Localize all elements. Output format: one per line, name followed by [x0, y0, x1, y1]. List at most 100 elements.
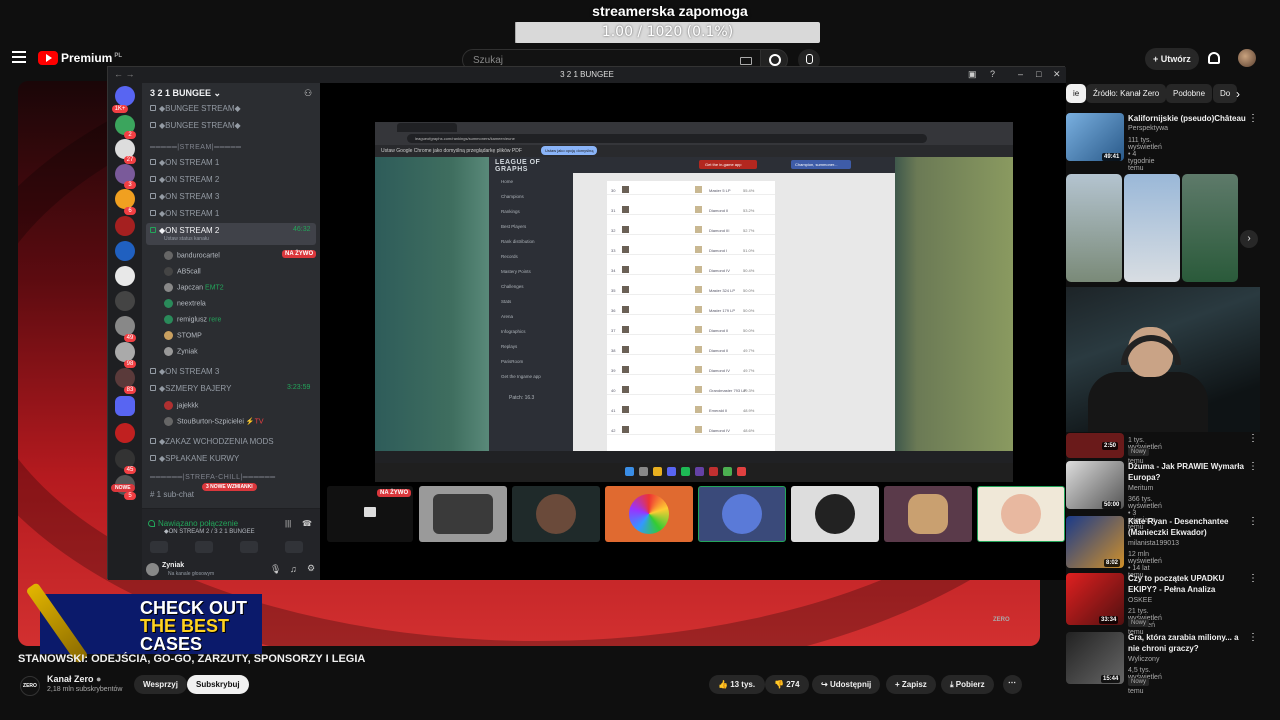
video-title[interactable]: Gra, która zarabia miliony... a nie chro…: [1128, 632, 1248, 654]
voice-member[interactable]: AB5call: [164, 267, 201, 276]
folder-icon[interactable]: [653, 467, 662, 476]
site-nav-item[interactable]: Mastery Points: [501, 269, 531, 274]
table-row[interactable]: 42 Diamond IV 48.6%: [607, 425, 775, 435]
video-channel[interactable]: Meritum: [1128, 485, 1153, 492]
site-nav-item[interactable]: Home: [501, 179, 513, 184]
site-nav-item[interactable]: Rankings: [501, 209, 520, 214]
voice-member[interactable]: jajekkk: [164, 401, 198, 410]
start-icon[interactable]: [625, 467, 634, 476]
site-nav-item[interactable]: Rank distribution: [501, 239, 535, 244]
video-title[interactable]: Kalifornijskie (pseudo)Château: [1128, 113, 1258, 124]
server-icon[interactable]: [115, 342, 135, 362]
inbox-icon[interactable]: ▣: [968, 69, 977, 80]
site-nav-item[interactable]: Stats: [501, 299, 511, 304]
video-channel[interactable]: OSKEE: [1128, 597, 1152, 604]
video-title[interactable]: Kate Ryan - Desenchantee (Manieczki Ekwa…: [1128, 516, 1248, 538]
voice-channel[interactable]: ◆ON STREAM 3: [150, 192, 219, 201]
url-bar[interactable]: leagueofgraphs.com/rankings/summoners/ka…: [407, 134, 927, 143]
participant-tile[interactable]: NA ŻYWO: [327, 486, 413, 542]
voice-channel[interactable]: ◆BUNGEE STREAM◆: [150, 104, 241, 113]
menu-icon[interactable]: [12, 51, 26, 63]
voice-member[interactable]: Japczan EMT2: [164, 283, 224, 292]
spotify-icon[interactable]: [681, 467, 690, 476]
more-options-icon[interactable]: ⋮: [1248, 516, 1258, 527]
avatar[interactable]: [146, 563, 159, 576]
site-logo[interactable]: LEAGUE OF GRAPHS: [495, 159, 573, 173]
participant-tile[interactable]: [605, 486, 693, 542]
new-mentions-pill[interactable]: 3 NOWE WZMIANKI: [202, 483, 257, 491]
site-nav-item[interactable]: Records: [501, 254, 518, 259]
subscribe-button[interactable]: Subskrybuj: [187, 675, 249, 694]
close-icon[interactable]: ✕: [1053, 69, 1061, 80]
video-title[interactable]: Czy to początek UPADKU EKIPY? - Pełna An…: [1128, 573, 1248, 595]
notifications-icon[interactable]: [1208, 52, 1220, 64]
account-avatar[interactable]: [1238, 49, 1256, 67]
server-icon[interactable]: [115, 291, 135, 311]
server-icon[interactable]: [115, 241, 135, 261]
camera-button[interactable]: [150, 541, 168, 553]
like-button[interactable]: 👍 13 tys.: [709, 675, 765, 694]
taskbar-icon[interactable]: [639, 467, 648, 476]
participant-tile[interactable]: [512, 486, 600, 542]
site-nav-item[interactable]: Arena: [501, 314, 513, 319]
voice-member[interactable]: neextrela: [164, 299, 206, 308]
noise-suppression-icon[interactable]: |||: [285, 519, 291, 528]
share-button[interactable]: ↪ Udostępnij: [812, 675, 881, 694]
server-icon[interactable]: [115, 316, 135, 336]
settings-icon[interactable]: ⚙: [307, 563, 315, 574]
support-button[interactable]: Wesprzyj: [134, 675, 187, 694]
add-member-icon[interactable]: ⚇: [304, 88, 312, 99]
site-nav-item[interactable]: Replays: [501, 344, 517, 349]
participant-tile[interactable]: [977, 486, 1065, 542]
headphones-icon[interactable]: ♫: [290, 564, 297, 574]
more-options-icon[interactable]: ⋮: [1248, 573, 1258, 584]
table-row[interactable]: 35 Master 324 LP 50.0%: [607, 285, 775, 295]
search-selector[interactable]: Champion, summoner...: [791, 160, 851, 169]
help-icon[interactable]: ?: [990, 69, 995, 79]
table-row[interactable]: 36 Master 179 LP 50.0%: [607, 305, 775, 315]
table-row[interactable]: 38 Diamond II 49.7%: [607, 345, 775, 355]
voice-channel[interactable]: ◆SPŁAKANE KURWY: [150, 454, 239, 463]
server-name-button[interactable]: 3 2 1 BUNGEE ⌄: [150, 88, 221, 99]
chevron-right-icon[interactable]: ›: [1240, 230, 1258, 248]
activities-button[interactable]: [240, 541, 258, 553]
self-username[interactable]: Zyniak: [162, 562, 184, 569]
chip-source[interactable]: Źródło: Kanał Zero: [1086, 84, 1167, 103]
new-pill[interactable]: NOWE: [111, 484, 135, 492]
voice-member[interactable]: Zyniak: [164, 347, 198, 356]
shorts-thumbnail[interactable]: [1124, 174, 1180, 282]
microphone-icon[interactable]: 🎙: [270, 564, 281, 575]
table-row[interactable]: 39 Diamond IV 49.7%: [607, 365, 775, 375]
browser-tab[interactable]: [397, 123, 457, 132]
more-options-icon[interactable]: ⋮: [1248, 461, 1258, 472]
voice-channel[interactable]: ◆ON STREAM 1: [150, 158, 219, 167]
connection-channel[interactable]: ◆ON STREAM 2 / 3 2 1 BUNGEE: [164, 528, 255, 535]
table-row[interactable]: 34 Diamond IV 50.4%: [607, 265, 775, 275]
keyboard-icon[interactable]: [740, 57, 752, 65]
get-app-button[interactable]: Get the in-game app: [699, 160, 757, 169]
chip-all[interactable]: ie: [1066, 84, 1087, 103]
folder-icon[interactable]: [115, 396, 135, 416]
more-options-icon[interactable]: ⋮: [1248, 433, 1258, 444]
table-row[interactable]: 33 Diamond I 51.0%: [607, 245, 775, 255]
table-row[interactable]: 32 Diamond III 52.7%: [607, 225, 775, 235]
navigation-arrows-icon[interactable]: ← →: [114, 69, 135, 79]
chevron-right-icon[interactable]: ›: [1236, 87, 1240, 101]
voice-member[interactable]: bandurocartel: [164, 251, 220, 260]
video-channel[interactable]: Wyliczony: [1128, 656, 1159, 663]
set-default-button[interactable]: Ustaw jako opcję domyślną: [541, 146, 598, 155]
soundboard-button[interactable]: [285, 541, 303, 553]
server-icon[interactable]: [115, 266, 135, 286]
signal-icon[interactable]: [148, 520, 155, 527]
discord-home-icon[interactable]: [115, 86, 135, 106]
minimize-icon[interactable]: –: [1018, 69, 1023, 79]
table-row[interactable]: 41 Emerald II 48.9%: [607, 405, 775, 415]
server-icon[interactable]: [115, 423, 135, 443]
voice-channel[interactable]: ◆ON STREAM 2: [150, 175, 219, 184]
youtube-brand[interactable]: Premium PL: [61, 51, 122, 65]
table-row[interactable]: 30 Master 5 LP 55.4%: [607, 185, 775, 195]
dislike-button[interactable]: 👎 274: [765, 675, 809, 694]
server-icon[interactable]: [115, 189, 135, 209]
chip-similar[interactable]: Podobne: [1166, 84, 1213, 103]
site-nav-item[interactable]: Get the Ingame app: [501, 374, 541, 379]
